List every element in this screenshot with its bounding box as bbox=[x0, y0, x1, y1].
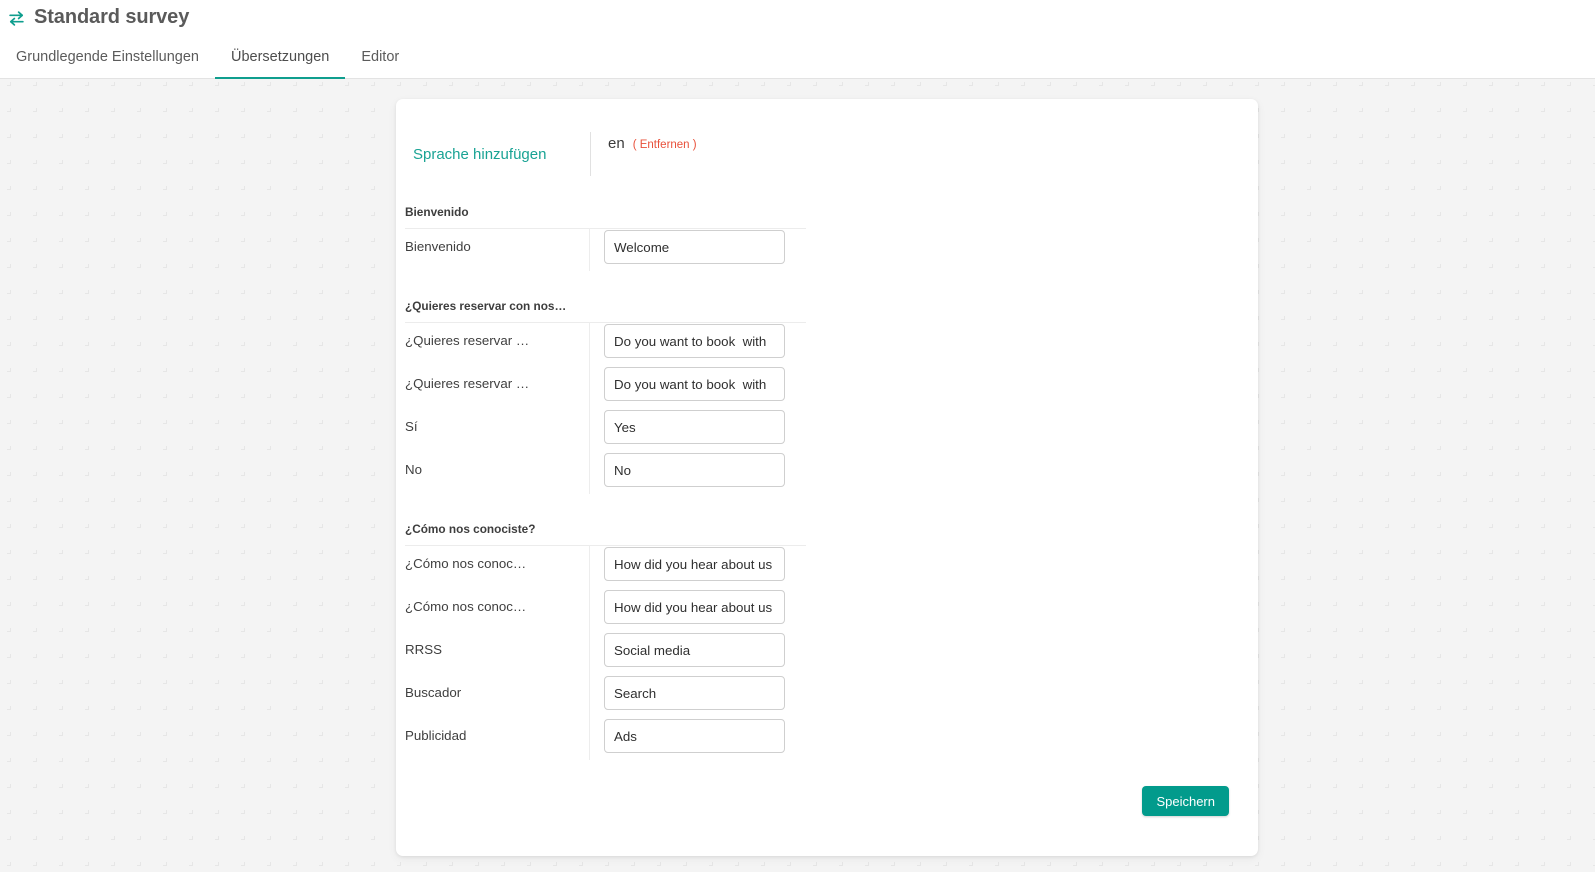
translation-row: RRSS bbox=[396, 631, 1258, 674]
translation-input[interactable] bbox=[604, 367, 785, 401]
translation-row: ¿Quieres reservar … bbox=[396, 322, 1258, 365]
row-source-label: Sí bbox=[405, 419, 418, 434]
add-language-link[interactable]: Sprache hinzufügen bbox=[413, 146, 546, 163]
row-divider bbox=[589, 228, 590, 271]
row-divider bbox=[589, 545, 590, 588]
section-rows: ¿Quieres reservar … ¿Quieres reservar … … bbox=[396, 322, 1258, 494]
row-source-label: ¿Cómo nos conoc… bbox=[405, 556, 527, 571]
row-source-label: No bbox=[405, 462, 422, 477]
language-code: en bbox=[608, 135, 625, 152]
translation-input[interactable] bbox=[604, 230, 785, 264]
save-button[interactable]: Speichern bbox=[1142, 786, 1229, 816]
translation-input[interactable] bbox=[604, 633, 785, 667]
page-title: Standard survey bbox=[34, 6, 190, 28]
translation-row: Bienvenido bbox=[396, 228, 1258, 271]
tab-uebersetzungen[interactable]: Übersetzungen bbox=[215, 38, 346, 79]
section-rows: Bienvenido bbox=[396, 228, 1258, 271]
row-source-label: RRSS bbox=[405, 642, 442, 657]
language-bar: Sprache hinzufügen en ( Entfernen ) bbox=[396, 99, 1258, 185]
translation-input[interactable] bbox=[604, 676, 785, 710]
row-divider bbox=[589, 674, 590, 717]
translation-input[interactable] bbox=[604, 410, 785, 444]
exchange-arrows-icon bbox=[9, 11, 24, 26]
remove-language-link[interactable]: ( Entfernen ) bbox=[633, 139, 697, 151]
translation-row: ¿Cómo nos conoc… bbox=[396, 588, 1258, 631]
translation-input[interactable] bbox=[604, 590, 785, 624]
tab-bar: Grundlegende Einstellungen Übersetzungen… bbox=[0, 38, 415, 79]
row-divider bbox=[589, 451, 590, 494]
row-source-label: Bienvenido bbox=[405, 239, 471, 254]
row-source-label: ¿Cómo nos conoc… bbox=[405, 599, 527, 614]
translation-row: ¿Cómo nos conoc… bbox=[396, 545, 1258, 588]
tab-editor[interactable]: Editor bbox=[345, 38, 415, 79]
row-divider bbox=[589, 717, 590, 760]
translation-input[interactable] bbox=[604, 453, 785, 487]
row-divider bbox=[589, 408, 590, 451]
row-divider bbox=[589, 588, 590, 631]
translation-input[interactable] bbox=[604, 547, 785, 581]
row-divider bbox=[589, 631, 590, 674]
tab-grundlegende-einstellungen[interactable]: Grundlegende Einstellungen bbox=[0, 38, 215, 79]
section-title: Bienvenido bbox=[405, 205, 806, 229]
translation-input[interactable] bbox=[604, 324, 785, 358]
section-title: ¿Quieres reservar con nos… bbox=[405, 299, 806, 323]
section-rows: ¿Cómo nos conoc… ¿Cómo nos conoc… RRSS B… bbox=[396, 545, 1258, 760]
row-source-label: ¿Quieres reservar … bbox=[405, 376, 530, 391]
translation-card: Sprache hinzufügen en ( Entfernen ) Bien… bbox=[396, 99, 1258, 856]
language-divider bbox=[590, 132, 591, 176]
card-footer: Speichern bbox=[396, 770, 1258, 856]
translation-row: No bbox=[396, 451, 1258, 494]
translation-row: ¿Quieres reservar … bbox=[396, 365, 1258, 408]
language-chip: en ( Entfernen ) bbox=[608, 135, 697, 152]
translation-row: Buscador bbox=[396, 674, 1258, 717]
app-header: Standard survey Grundlegende Einstellung… bbox=[0, 0, 1595, 79]
row-source-label: ¿Quieres reservar … bbox=[405, 333, 530, 348]
row-divider bbox=[589, 365, 590, 408]
translation-row: Publicidad bbox=[396, 717, 1258, 760]
translation-row: Sí bbox=[396, 408, 1258, 451]
title-row: Standard survey bbox=[8, 5, 189, 29]
row-source-label: Buscador bbox=[405, 685, 462, 700]
row-divider bbox=[589, 322, 590, 365]
row-source-label: Publicidad bbox=[405, 728, 467, 743]
section-title: ¿Cómo nos conociste? bbox=[405, 522, 806, 546]
translation-input[interactable] bbox=[604, 719, 785, 753]
